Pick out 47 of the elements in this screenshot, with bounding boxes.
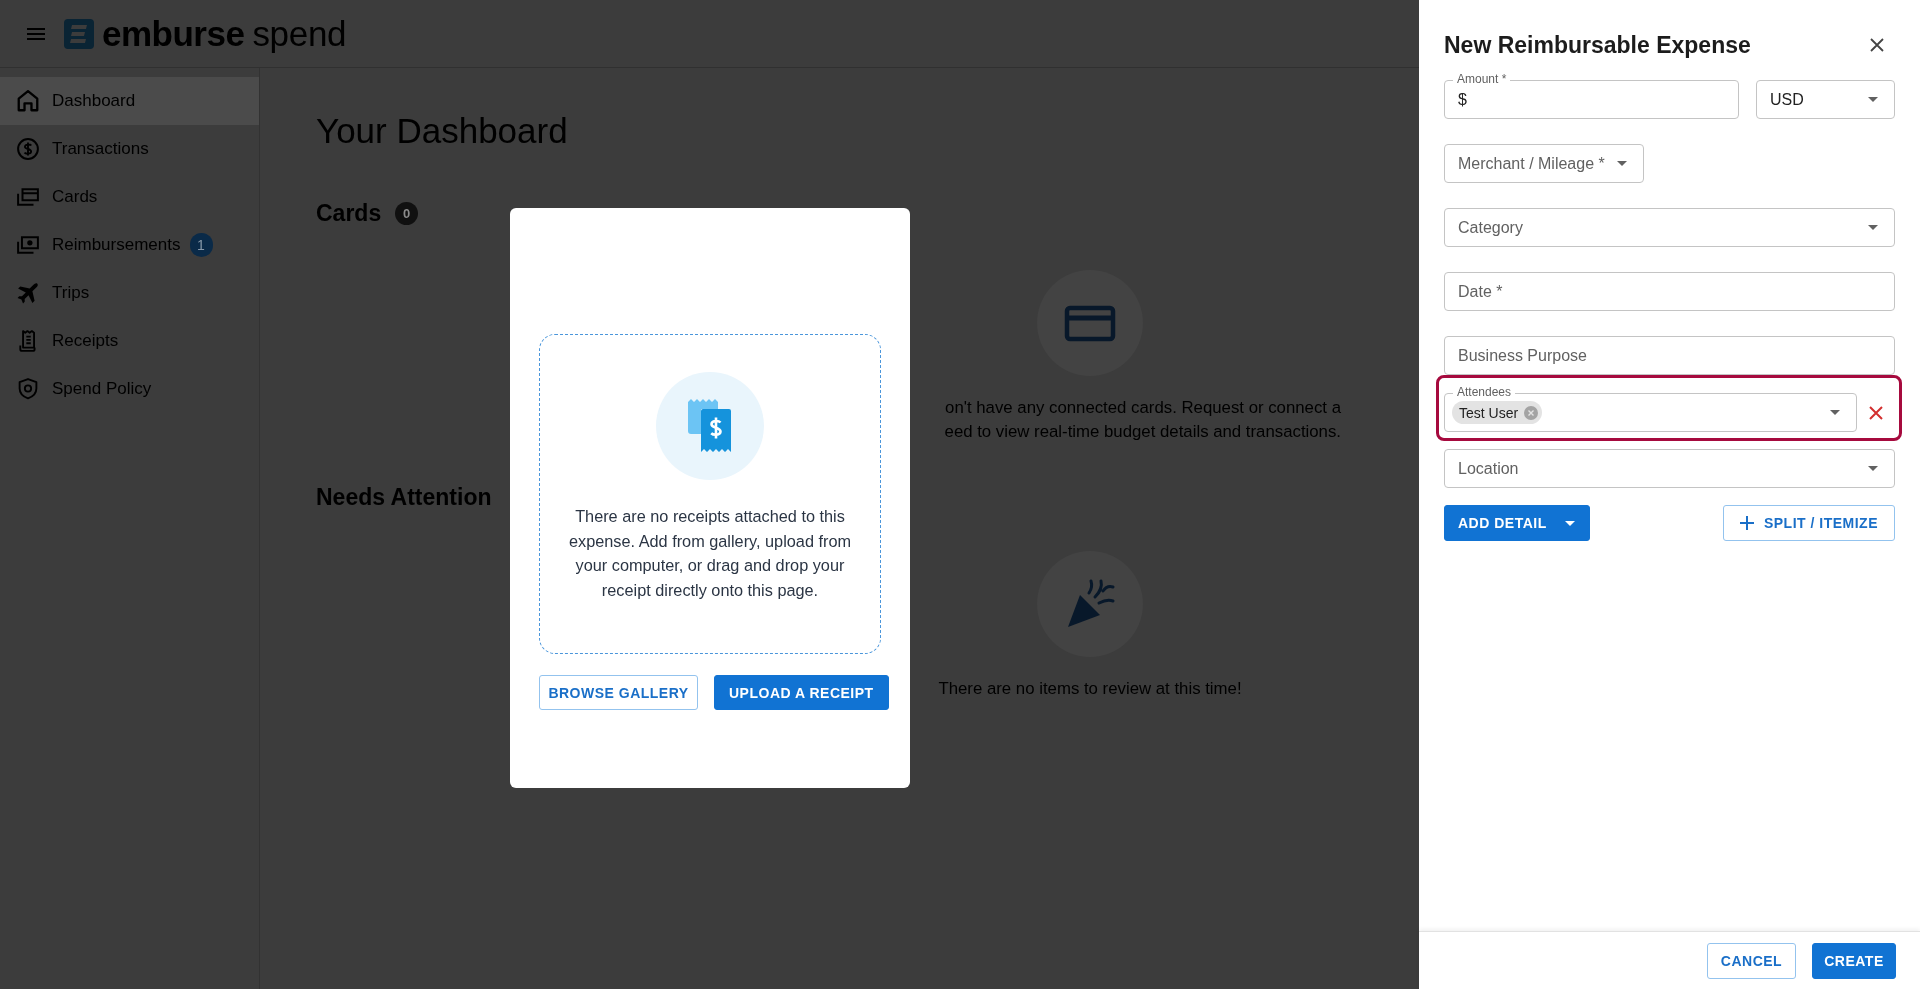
dollar-circle-icon xyxy=(17,138,39,160)
input-field[interactable]: Business Purpose xyxy=(1444,336,1895,375)
close-icon[interactable] xyxy=(1869,405,1883,420)
page-title: Your Dashboard xyxy=(316,111,568,151)
dropdown-field[interactable]: USD xyxy=(1756,80,1895,119)
count-badge: 0 xyxy=(395,201,419,225)
party-popper-icon xyxy=(1037,551,1143,657)
empty-receipts-text: There are no receipts attached to this expense. Add from gallery, upload from your computer, or drag and drop your receipt directly onto this page. xyxy=(567,506,853,601)
section-heading: Cards xyxy=(316,199,382,227)
split-itemize-button[interactable]: SPLIT / ITEMIZE xyxy=(1722,505,1895,541)
sidebar-item[interactable]: Reimbursements 1 xyxy=(0,221,259,269)
panel-title: New Reimbursable Expense xyxy=(1444,31,1751,59)
create-button[interactable]: CREATE xyxy=(1812,942,1896,979)
cards-icon xyxy=(17,186,39,208)
caret-icon xyxy=(1868,466,1878,471)
home-icon xyxy=(17,90,39,112)
caret-icon xyxy=(1868,225,1878,230)
logo-icon xyxy=(64,18,94,49)
credit-card-icon xyxy=(1037,270,1143,376)
dropdown-field[interactable]: Category xyxy=(1444,208,1895,247)
receipt-icon xyxy=(17,330,39,352)
caret-icon xyxy=(1868,97,1878,102)
caret-icon xyxy=(1616,161,1627,166)
empty-state-text: on't have any connected cards. Request or connect a xyxy=(945,397,1341,419)
product-name: spend xyxy=(252,13,347,54)
brand-name: emburse xyxy=(102,13,245,54)
input-field[interactable]: Date * xyxy=(1444,272,1895,311)
cancel-button[interactable]: CANCEL xyxy=(1707,942,1796,979)
drop-zone[interactable]: There are no receipts attached to this expense. Add from gallery, upload from your computer, or drag and drop your receipt directly onto this page. xyxy=(539,334,881,654)
caret-icon xyxy=(1830,410,1840,415)
close-icon[interactable] xyxy=(1870,38,1884,52)
count-badge: 1 xyxy=(189,233,213,257)
airplane-icon xyxy=(17,282,39,304)
dropdown-field[interactable]: Location xyxy=(1444,449,1895,488)
receipt-dollar-icon xyxy=(656,372,764,480)
add-detail-button[interactable]: ADD DETAIL xyxy=(1444,505,1590,541)
empty-state-text: eed to view real-time budget details and transactions. xyxy=(944,421,1341,443)
browse-gallery-button[interactable]: BROWSE GALLERY xyxy=(539,675,698,710)
shield-icon xyxy=(17,378,39,400)
banknote-icon xyxy=(17,234,39,256)
section-heading: Needs Attention xyxy=(316,483,492,511)
attendee-chip[interactable]: Test User xyxy=(1452,401,1543,424)
caret-icon xyxy=(1564,520,1575,526)
empty-state-text: There are no items to review at this time! xyxy=(938,678,1242,700)
upload-receipt-button[interactable]: UPLOAD A RECEIPT xyxy=(714,675,889,710)
dropdown-field[interactable]: Merchant / Mileage * xyxy=(1444,144,1644,183)
plus-icon xyxy=(1739,516,1754,530)
